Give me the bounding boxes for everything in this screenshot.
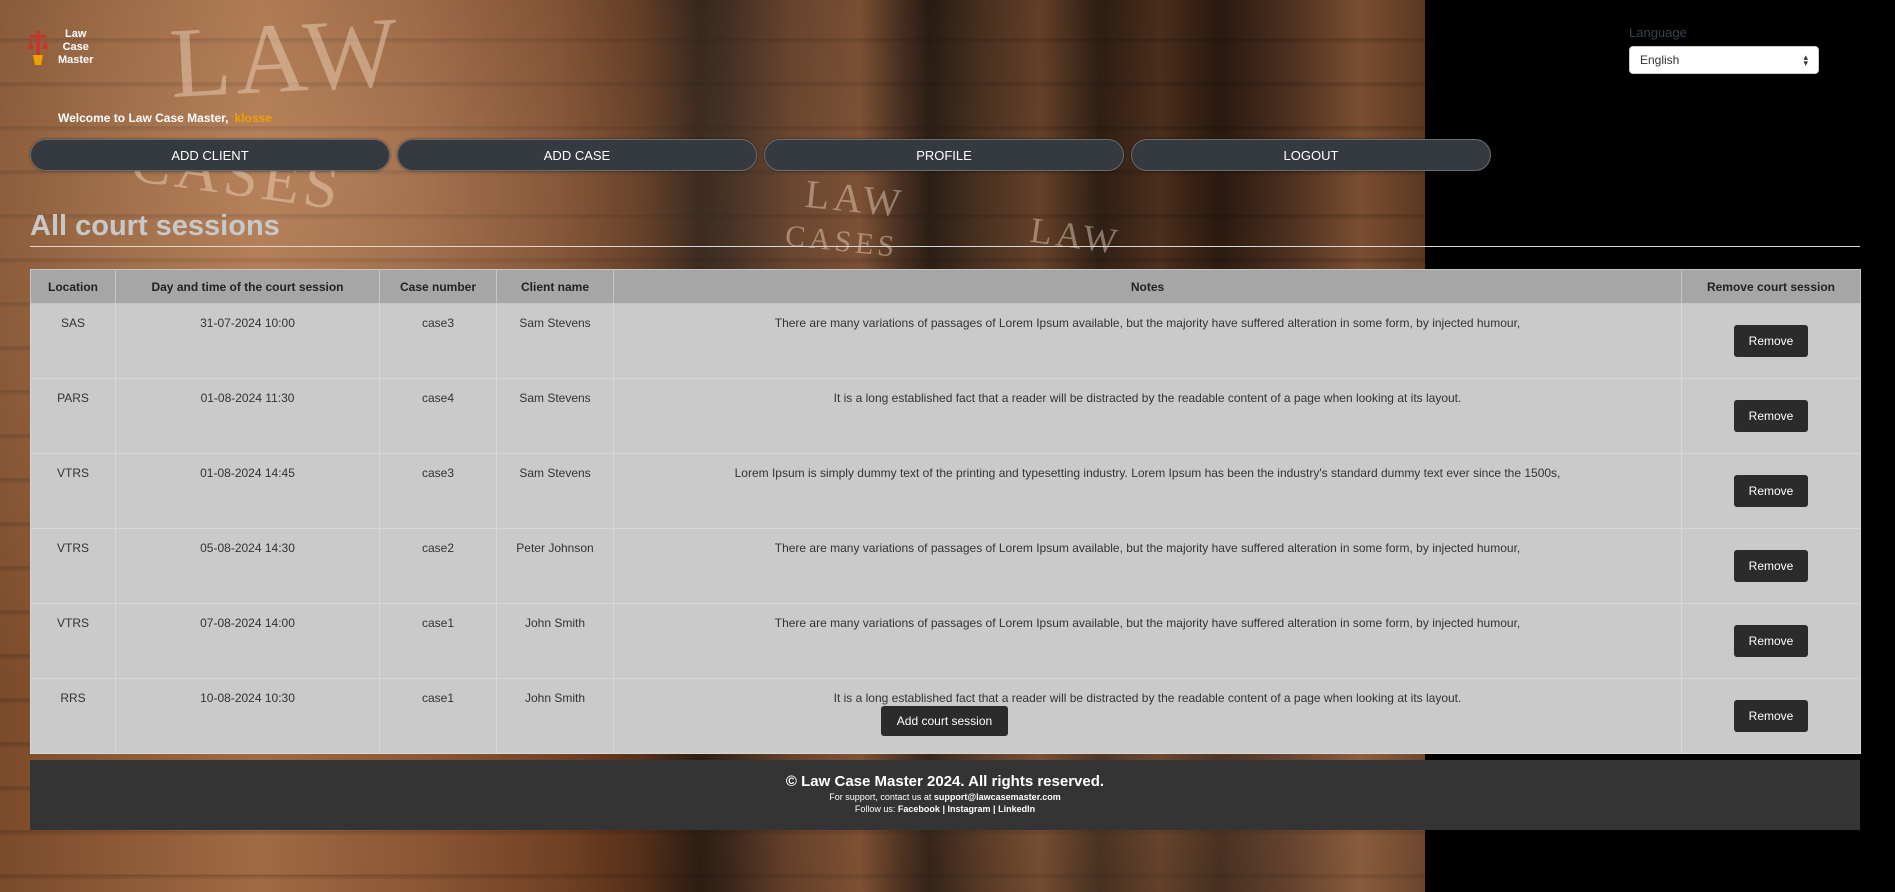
- remove-button[interactable]: Remove: [1734, 475, 1808, 507]
- cell-location: VTRS: [30, 528, 116, 604]
- language-selected-value: English: [1640, 53, 1680, 67]
- add-client-button[interactable]: ADD CLIENT: [30, 139, 390, 171]
- court-sessions-table: Location Day and time of the court sessi…: [30, 269, 1861, 754]
- logo-line-2: Case: [62, 41, 89, 53]
- cell-remove: Remove: [1681, 378, 1861, 454]
- remove-button[interactable]: Remove: [1734, 400, 1808, 432]
- cell-location: RRS: [30, 678, 116, 754]
- linkedin-link[interactable]: LinkedIn: [998, 804, 1035, 814]
- cell-notes: It is a long established fact that a rea…: [613, 378, 1682, 454]
- language-select[interactable]: English ▴ ▾: [1629, 46, 1819, 74]
- cell-location: VTRS: [30, 603, 116, 679]
- logo-line-3: Master: [58, 54, 94, 66]
- profile-button[interactable]: PROFILE: [764, 139, 1124, 171]
- instagram-link[interactable]: Instagram: [948, 804, 991, 814]
- cell-datetime: 10-08-2024 10:30: [115, 678, 380, 754]
- header-case-number: Case number: [379, 269, 497, 304]
- cell-case-number: case3: [379, 453, 497, 529]
- cell-remove: Remove: [1681, 303, 1861, 379]
- table-header-row: Location Day and time of the court sessi…: [30, 269, 1861, 304]
- cell-client-name: Sam Stevens: [496, 303, 614, 379]
- cell-datetime: 31-07-2024 10:00: [115, 303, 380, 379]
- cell-case-number: case4: [379, 378, 497, 454]
- support-prefix: For support, contact us at: [829, 792, 932, 802]
- cell-datetime: 07-08-2024 14:00: [115, 603, 380, 679]
- cell-client-name: Sam Stevens: [496, 453, 614, 529]
- cell-notes: There are many variations of passages of…: [613, 303, 1682, 379]
- header-datetime: Day and time of the court session: [115, 269, 380, 304]
- scales-icon: [28, 29, 48, 67]
- logout-button[interactable]: LOGOUT: [1131, 139, 1491, 171]
- header-remove: Remove court session: [1681, 269, 1861, 304]
- cell-datetime: 05-08-2024 14:30: [115, 528, 380, 604]
- cell-notes: Lorem Ipsum is simply dummy text of the …: [613, 453, 1682, 529]
- table-row: PARS 01-08-2024 11:30 case4 Sam Stevens …: [30, 378, 1861, 454]
- cell-notes: It is a long established fact that a rea…: [613, 678, 1682, 754]
- title-divider: [30, 246, 1860, 247]
- cell-client-name: Peter Johnson: [496, 528, 614, 604]
- cell-location: PARS: [30, 378, 116, 454]
- remove-button[interactable]: Remove: [1734, 550, 1808, 582]
- cell-case-number: case3: [379, 303, 497, 379]
- cell-notes: There are many variations of passages of…: [613, 528, 1682, 604]
- cell-client-name: Sam Stevens: [496, 378, 614, 454]
- cell-client-name: John Smith: [496, 678, 614, 754]
- cell-case-number: case2: [379, 528, 497, 604]
- language-label: Language: [1629, 25, 1687, 40]
- cell-case-number: case1: [379, 603, 497, 679]
- remove-button[interactable]: Remove: [1734, 700, 1808, 732]
- page-title: All court sessions: [30, 210, 280, 242]
- cell-remove: Remove: [1681, 528, 1861, 604]
- table-row: VTRS 07-08-2024 14:00 case1 John Smith T…: [30, 603, 1861, 679]
- footer-copyright: © Law Case Master 2024. All rights reser…: [785, 773, 1105, 790]
- add-case-button[interactable]: ADD CASE: [397, 139, 757, 171]
- cell-remove: Remove: [1681, 453, 1861, 529]
- follow-prefix: Follow us:: [854, 804, 896, 814]
- remove-button[interactable]: Remove: [1734, 325, 1808, 357]
- cell-remove: Remove: [1681, 603, 1861, 679]
- remove-button[interactable]: Remove: [1734, 625, 1808, 657]
- facebook-link[interactable]: Facebook: [898, 804, 940, 814]
- select-arrows-icon: ▴ ▾: [1803, 52, 1808, 68]
- footer: © Law Case Master 2024. All rights reser…: [30, 760, 1860, 830]
- cell-datetime: 01-08-2024 11:30: [115, 378, 380, 454]
- cell-case-number: case1: [379, 678, 497, 754]
- table-row: SAS 31-07-2024 10:00 case3 Sam Stevens T…: [30, 303, 1861, 379]
- cell-remove: Remove: [1681, 678, 1861, 754]
- table-row: VTRS 01-08-2024 14:45 case3 Sam Stevens …: [30, 453, 1861, 529]
- header-location: Location: [30, 269, 116, 304]
- table-row: VTRS 05-08-2024 14:30 case2 Peter Johnso…: [30, 528, 1861, 604]
- footer-social: Follow us: Facebook | Instagram | Linked…: [30, 804, 1860, 814]
- footer-support: For support, contact us at support@lawca…: [30, 792, 1860, 802]
- header-client-name: Client name: [496, 269, 614, 304]
- social-separator-1: |: [942, 804, 945, 814]
- cell-notes: There are many variations of passages of…: [613, 603, 1682, 679]
- logo-text: Law Case Master: [58, 28, 93, 67]
- header-notes: Notes: [613, 269, 1682, 304]
- welcome-message: Welcome to Law Case Master, klosse: [58, 111, 272, 125]
- logo-line-1: Law: [65, 28, 87, 40]
- cell-client-name: John Smith: [496, 603, 614, 679]
- logo[interactable]: Law Case Master: [28, 28, 93, 67]
- main-nav: ADD CLIENT ADD CASE PROFILE LOGOUT: [30, 139, 1491, 171]
- add-court-session-button[interactable]: Add court session: [881, 706, 1008, 736]
- welcome-text: Welcome to Law Case Master,: [58, 111, 229, 125]
- language-selector: Language English ▴ ▾: [1629, 25, 1819, 74]
- cell-datetime: 01-08-2024 14:45: [115, 453, 380, 529]
- support-email-link[interactable]: support@lawcasemaster.com: [934, 792, 1061, 802]
- social-separator-2: |: [993, 804, 996, 814]
- cell-location: SAS: [30, 303, 116, 379]
- cell-location: VTRS: [30, 453, 116, 529]
- username-link[interactable]: klosse: [235, 111, 272, 125]
